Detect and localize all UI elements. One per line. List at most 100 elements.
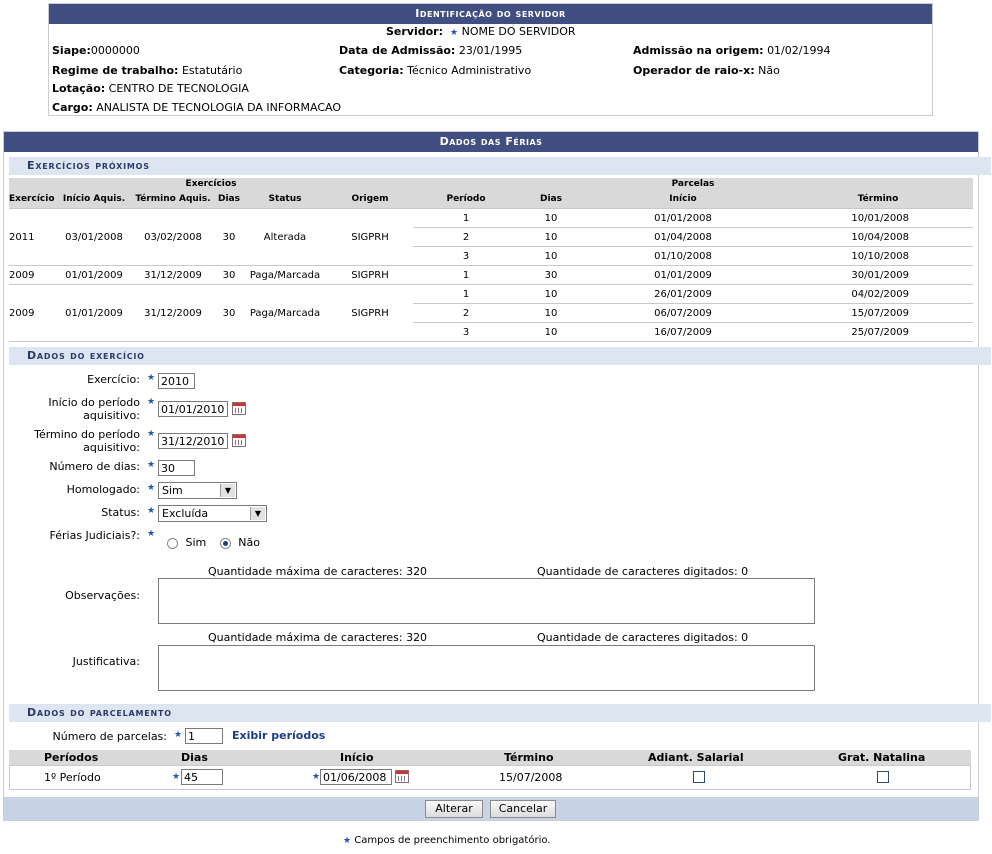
cell-parcela-periodo: 1: [413, 208, 519, 228]
radio-nao-label: Não: [238, 536, 260, 549]
table-row: 2009 01/01/2009 31/12/2009 30 Paga/Marcada SI…: [9, 265, 973, 285]
col-parc-inicio: Início: [583, 190, 783, 209]
cell-parcela-termino: 04/02/2009: [783, 284, 973, 304]
col-parc-dias: Dias: [519, 190, 583, 209]
servidor-title: Identificação do servidor: [49, 4, 932, 24]
col-periodo: Período: [413, 190, 519, 209]
grat-natalina-checkbox[interactable]: [877, 771, 889, 783]
inicio-input[interactable]: 01/01/2010: [158, 401, 228, 417]
ph-periodos: Períodos: [44, 751, 99, 764]
required-star-icon: ★: [147, 460, 156, 470]
calendar-icon[interactable]: [232, 402, 246, 415]
cell-parcela-inicio: 01/04/2008: [583, 227, 783, 247]
radio-sim[interactable]: [167, 537, 178, 549]
admissao-origem-field: Admissão na origem: 01/02/1994: [633, 44, 831, 57]
servidor-value: NOME DO SERVIDOR: [461, 25, 576, 38]
cell-exercicio: 2011: [9, 208, 57, 266]
adiant-salarial-checkbox[interactable]: [693, 771, 705, 783]
homologado-select[interactable]: Sim ▼: [158, 482, 237, 499]
alterar-button[interactable]: Alterar: [425, 800, 483, 818]
required-star-icon: ★: [172, 772, 181, 782]
cell-parcela-dias: 10: [519, 208, 583, 228]
cell-origem: SIGPRH: [327, 208, 413, 266]
pr-dias-input[interactable]: 45: [181, 769, 223, 785]
col-termino-aquis: Término Aquis.: [131, 190, 215, 209]
just-digitados: Quantidade de caracteres digitados: 0: [537, 631, 749, 644]
cell-parcela-dias: 10: [519, 246, 583, 266]
pr-periodo: 1º Período: [44, 771, 101, 784]
cell-dias: 30: [215, 208, 243, 266]
observacoes-label: Observações:: [65, 589, 140, 602]
cell-parcela-termino: 15/07/2009: [783, 303, 973, 323]
required-star-icon: ★: [147, 397, 156, 407]
status-label: Status:: [101, 506, 140, 519]
raiox-field: Operador de raio-x: Não: [633, 64, 780, 77]
cell-parcela-termino: 10/01/2008: [783, 208, 973, 228]
required-star-icon: ★: [147, 483, 156, 493]
observacoes-textarea[interactable]: [158, 578, 815, 624]
cell-parcela-dias: 10: [519, 322, 583, 342]
lotacao-field: Lotação: CENTRO DE TECNOLOGIA: [52, 82, 249, 95]
cell-status: Paga/Marcada: [243, 265, 327, 285]
required-star-icon: ★: [450, 28, 459, 38]
cell-exercicio: 2009: [9, 265, 57, 285]
justificativa-label: Justificativa:: [72, 655, 140, 668]
cell-parcela-termino: 10/04/2008: [783, 227, 973, 247]
cell-dias: 30: [215, 265, 243, 285]
cancelar-button[interactable]: Cancelar: [490, 800, 556, 818]
cell-termino: 03/02/2008: [131, 208, 215, 266]
termino-input[interactable]: 31/12/2010: [158, 433, 228, 449]
cell-inicio: 03/01/2008: [57, 208, 131, 266]
calendar-icon[interactable]: [232, 434, 246, 447]
ph-dias: Dias: [181, 751, 208, 764]
siape-field: Siape:0000000: [52, 44, 140, 57]
exercicio-label: Exercício:: [87, 373, 140, 386]
numdias-label: Número de dias:: [49, 460, 140, 473]
exercicio-input[interactable]: 2010: [158, 373, 195, 389]
parcelamento-title: Dados do parcelamento: [9, 704, 991, 722]
inicio-label: Início do período aquisitivo:: [48, 396, 140, 422]
cell-parcela-periodo: 3: [413, 322, 519, 342]
group-exercicios: Exercícios: [9, 178, 413, 190]
cell-parcela-termino: 10/10/2008: [783, 246, 973, 266]
required-star-icon: ★: [174, 730, 183, 740]
cell-inicio: 01/01/2009: [57, 284, 131, 342]
required-star-icon: ★: [147, 429, 156, 439]
ph-inicio: Início: [340, 751, 374, 764]
judiciais-radio-group: Sim Não: [167, 536, 260, 549]
cell-origem: SIGPRH: [327, 265, 413, 285]
cell-termino: 31/12/2009: [131, 284, 215, 342]
chevron-down-icon: ▼: [250, 507, 265, 520]
pr-inicio-input[interactable]: 01/06/2008: [320, 769, 392, 785]
cell-parcela-periodo: 2: [413, 303, 519, 323]
justificativa-textarea[interactable]: [158, 645, 815, 691]
required-star-icon: ★: [147, 373, 156, 383]
parcelas-header: [9, 750, 971, 765]
admissao-field: Data de Admissão: 23/01/1995: [339, 44, 523, 57]
num-parcelas-label: Número de parcelas:: [52, 730, 168, 743]
just-max-chars: Quantidade máxima de caracteres: 320: [208, 631, 428, 644]
servidor-panel: Identificação do servidor: [48, 3, 933, 116]
cell-termino: 31/12/2009: [131, 265, 215, 285]
required-star-icon: ★: [147, 506, 156, 516]
required-star-icon: ★: [343, 836, 352, 846]
cell-origem: SIGPRH: [327, 284, 413, 342]
calendar-icon[interactable]: [395, 770, 409, 783]
cell-parcela-inicio: 06/07/2009: [583, 303, 783, 323]
exercicio-form-title: Dados do exercício: [9, 347, 991, 365]
table-row: 2011 03/01/2008 03/02/2008 30 Alterada SIGPRH…: [9, 208, 973, 266]
cell-parcela-inicio: 01/01/2008: [583, 208, 783, 228]
ferias-title: Dados das Férias: [4, 132, 978, 152]
status-select[interactable]: Excluída ▼: [158, 505, 267, 522]
exibir-periodos-link[interactable]: Exibir períodos: [232, 729, 325, 742]
num-parcelas-input[interactable]: 1: [185, 728, 223, 744]
proximos-title: Exercícios próximos: [9, 157, 991, 175]
cell-parcela-inicio: 01/01/2009: [583, 265, 783, 285]
col-parc-termino: Término: [783, 190, 973, 209]
exercicios-table: Exercícios Parcelas Exercício Início Aqu…: [9, 178, 973, 342]
radio-nao[interactable]: [219, 537, 231, 549]
numdias-input[interactable]: 30: [158, 460, 195, 476]
col-inicio-aquis: Início Aquis.: [57, 190, 131, 209]
categoria-field: Categoria: Técnico Administrativo: [339, 64, 532, 77]
cell-parcela-termino: 30/01/2009: [783, 265, 973, 285]
